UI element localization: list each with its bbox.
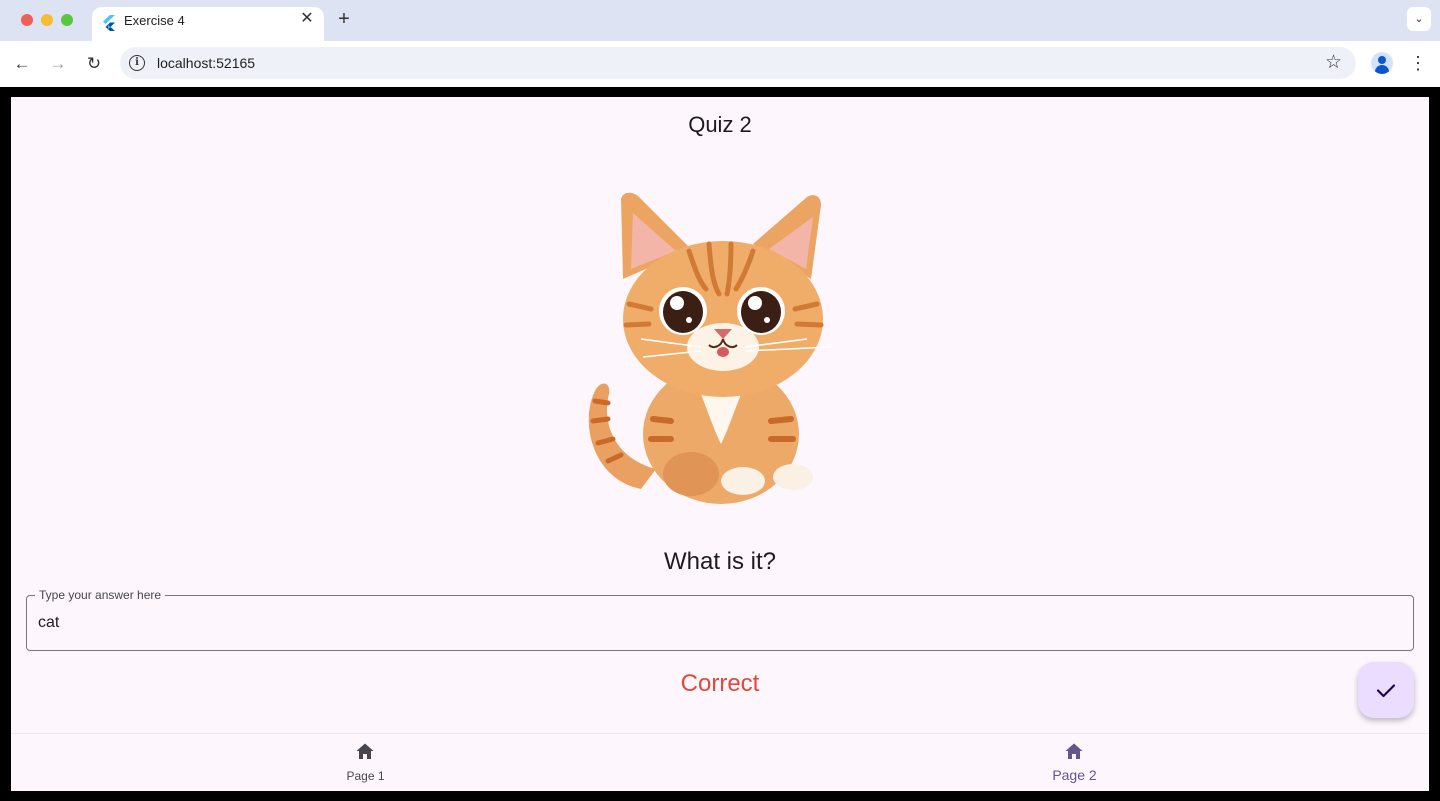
tab-title: Exercise 4 xyxy=(124,13,185,28)
address-bar[interactable]: i localhost:52165 ☆ xyxy=(120,47,1356,79)
nav-item-page-1[interactable]: Page 1 xyxy=(11,734,720,791)
minimize-window-button[interactable] xyxy=(41,14,53,26)
reload-button[interactable]: ↻ xyxy=(83,53,105,75)
flutter-icon xyxy=(103,15,115,31)
nav-label: Page 2 xyxy=(1052,767,1097,783)
bottom-navigation-bar: Page 1 Page 2 xyxy=(11,733,1429,791)
browser-tab[interactable]: Exercise 4 ✕ xyxy=(92,7,324,41)
answer-field[interactable]: Type your answer here cat xyxy=(26,587,1414,651)
url-text[interactable]: localhost:52165 xyxy=(157,54,255,72)
nav-item-page-2[interactable]: Page 2 xyxy=(720,734,1429,791)
info-icon[interactable]: i xyxy=(129,55,145,71)
home-icon xyxy=(356,743,374,759)
browser-toolbar: ← → ↻ i localhost:52165 ☆ ⋮ xyxy=(0,41,1440,87)
tab-bar: Exercise 4 ✕ + ⌄ xyxy=(0,0,1440,41)
result-text: Correct xyxy=(680,670,760,697)
answer-input[interactable]: cat xyxy=(38,613,59,633)
browser-menu-icon[interactable]: ⋮ xyxy=(1408,52,1428,74)
chevron-down-icon[interactable]: ⌄ xyxy=(1407,7,1431,31)
browser-chrome: Exercise 4 ✕ + ⌄ ← → ↻ i localhost:52165… xyxy=(0,0,1440,87)
close-icon[interactable]: ✕ xyxy=(298,10,316,28)
page-title: Quiz 2 xyxy=(688,112,752,137)
profile-avatar-icon[interactable] xyxy=(1371,52,1393,74)
answer-field-label: Type your answer here xyxy=(35,587,166,603)
forward-button[interactable]: → xyxy=(47,53,69,75)
question-text: What is it? xyxy=(663,548,777,575)
check-answer-button[interactable] xyxy=(1358,662,1414,718)
bookmark-star-icon[interactable]: ☆ xyxy=(1325,52,1342,74)
nav-label: Page 1 xyxy=(346,769,385,783)
maximize-window-button[interactable] xyxy=(61,14,73,26)
back-button[interactable]: ← xyxy=(11,53,33,75)
cat-image xyxy=(581,189,851,504)
new-tab-button[interactable]: + xyxy=(334,9,354,29)
home-icon xyxy=(1065,743,1083,759)
check-icon xyxy=(1376,684,1396,698)
close-window-button[interactable] xyxy=(21,14,33,26)
app-viewport: Quiz 2 What is it? Type your answer here… xyxy=(11,97,1429,791)
